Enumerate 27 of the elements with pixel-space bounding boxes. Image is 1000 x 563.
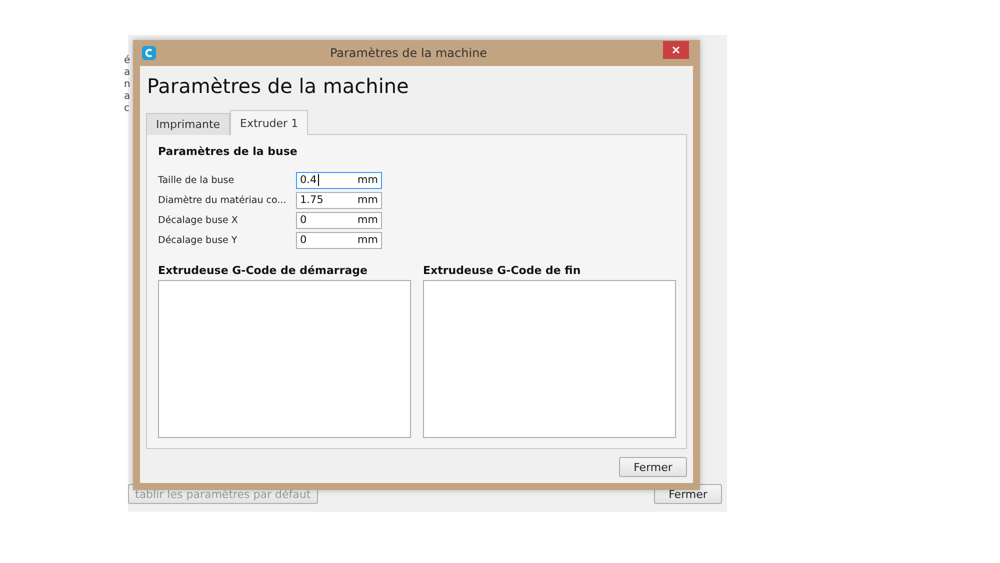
- section-title: Extrudeuse G-Code de fin: [423, 264, 582, 277]
- input-field[interactable]: 0 mm: [296, 232, 382, 248]
- text-fragment: é: [124, 55, 130, 67]
- text-area[interactable]: [423, 280, 676, 438]
- text-cursor: [318, 174, 319, 186]
- input-field[interactable]: 1.75 mm: [296, 192, 382, 208]
- field-label: Taille de la buse: [158, 174, 236, 186]
- app-logo-icon: [142, 46, 156, 60]
- tab[interactable]: Imprimante: [146, 113, 230, 135]
- close-button[interactable]: Fermer: [619, 457, 687, 477]
- close-button[interactable]: [663, 41, 689, 59]
- tab[interactable]: Extruder 1: [230, 110, 308, 135]
- field-label: Décalage buse X: [158, 214, 239, 226]
- section-title: Extrudeuse G-Code de démarrage: [158, 264, 369, 277]
- input-field[interactable]: 0 mm: [296, 212, 382, 228]
- text-fragment: a: [124, 67, 130, 79]
- text-fragment: n: [124, 79, 130, 91]
- input-field[interactable]: 0.4 mm: [296, 172, 382, 188]
- field-label: Décalage buse Y: [158, 234, 238, 246]
- window-title: Paramètres de la machine: [328, 46, 488, 60]
- close-icon: [672, 46, 680, 54]
- field-label: Diamètre du matériau co...: [158, 194, 288, 206]
- text-fragment: c: [124, 103, 130, 115]
- section-title: Paramètres de la buse: [158, 145, 298, 158]
- text-area[interactable]: [158, 280, 411, 438]
- dialog-heading: Paramètres de la machine: [147, 74, 410, 98]
- text-fragment: a: [124, 91, 130, 103]
